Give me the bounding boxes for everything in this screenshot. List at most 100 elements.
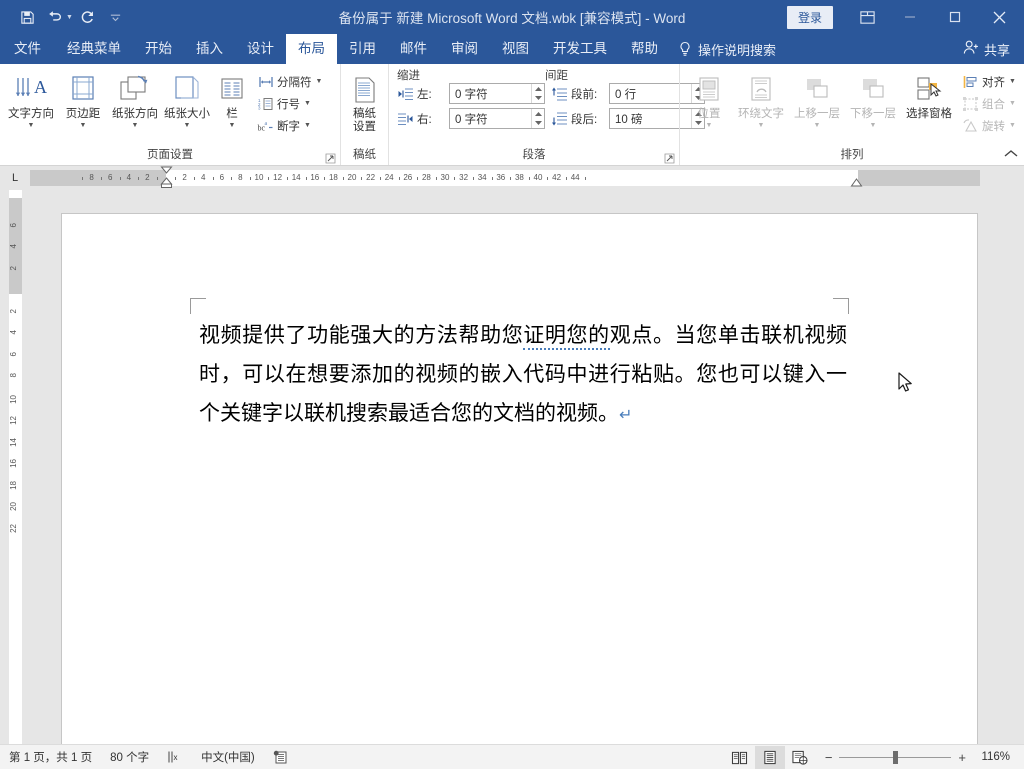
paper-size-button[interactable]: 纸张大小 ▼ <box>161 68 213 129</box>
chevron-down-icon[interactable]: ▼ <box>316 78 323 85</box>
chevron-down-icon[interactable]: ▼ <box>132 122 139 129</box>
ruler-tick-mark <box>510 177 511 180</box>
vertical-ruler-tick-label: 2 <box>9 266 22 270</box>
stepper-down-icon[interactable] <box>532 94 544 104</box>
stepper-down-icon[interactable] <box>532 119 544 129</box>
tab-insert[interactable]: 插入 <box>184 34 235 64</box>
zoom-slider[interactable]: − + <box>825 750 966 765</box>
zoom-track[interactable] <box>839 757 951 758</box>
tab-classic-menu[interactable]: 经典菜单 <box>55 34 133 64</box>
bring-forward-button[interactable]: 上移一层 ▼ <box>789 68 845 129</box>
chevron-down-icon[interactable]: ▼ <box>304 100 311 107</box>
indent-right-value[interactable] <box>450 109 531 128</box>
stepper-up-icon[interactable] <box>532 109 544 119</box>
chevron-down-icon[interactable]: ▼ <box>80 122 87 129</box>
page-setup-dialog-launcher[interactable] <box>325 153 336 164</box>
indent-left-icon <box>397 86 413 101</box>
chevron-down-icon[interactable]: ▼ <box>184 122 191 129</box>
chevron-down-icon[interactable]: ▼ <box>229 122 236 129</box>
tab-file[interactable]: 文件 <box>0 34 55 64</box>
chevron-down-icon[interactable]: ▼ <box>1009 78 1016 85</box>
collapse-ribbon-icon[interactable] <box>1004 145 1018 163</box>
chevron-down-icon[interactable]: ▼ <box>706 122 713 129</box>
chevron-down-icon[interactable]: ▼ <box>1009 100 1016 107</box>
tab-help[interactable]: 帮助 <box>619 34 670 64</box>
tab-layout[interactable]: 布局 <box>286 34 337 64</box>
read-mode-button[interactable] <box>725 746 755 769</box>
rotate-button[interactable]: 旋转 ▼ <box>959 115 1019 136</box>
tab-view[interactable]: 视图 <box>490 34 541 64</box>
chevron-down-icon[interactable]: ▼ <box>304 122 311 129</box>
right-gutter[interactable] <box>980 190 1024 744</box>
zoom-in-button[interactable]: + <box>958 750 966 765</box>
position-button[interactable]: 位置 ▼ <box>685 68 733 129</box>
tell-me-search[interactable]: 操作说明搜索 <box>678 34 776 64</box>
manuscript-settings-button[interactable]: 稿纸 设置 <box>346 68 383 134</box>
chevron-down-icon[interactable]: ▼ <box>870 122 877 129</box>
hyphenation-button[interactable]: bca 断字 ▼ <box>254 115 325 136</box>
vertical-ruler[interactable]: 642246810121416182022 <box>0 190 30 744</box>
margins-button[interactable]: 页边距 ▼ <box>57 68 109 129</box>
tab-design[interactable]: 设计 <box>235 34 286 64</box>
tab-review[interactable]: 审阅 <box>439 34 490 64</box>
chevron-down-icon[interactable]: ▼ <box>814 122 821 129</box>
columns-button[interactable]: 栏 ▼ <box>213 68 251 129</box>
undo-icon[interactable] <box>42 5 68 29</box>
right-indent-marker[interactable] <box>850 178 863 190</box>
lightbulb-icon <box>678 41 692 57</box>
tab-references[interactable]: 引用 <box>337 34 388 64</box>
paragraph-dialog-launcher[interactable] <box>664 153 675 164</box>
line-numbers-button[interactable]: 123 行号 ▼ <box>254 93 325 114</box>
send-backward-button[interactable]: 下移一层 ▼ <box>845 68 901 129</box>
document-paragraph[interactable]: 视频提供了功能强大的方法帮助您证明您的观点。当您单击联机视频时，可以在想要添加的… <box>199 316 847 434</box>
stepper-up-icon[interactable] <box>532 84 544 94</box>
tell-me-label: 操作说明搜索 <box>698 40 776 59</box>
indent-left-stepper[interactable] <box>531 84 544 103</box>
maximize-icon[interactable] <box>932 0 977 34</box>
svg-text:3: 3 <box>258 105 261 110</box>
tab-selector[interactable]: L <box>0 166 30 190</box>
close-icon[interactable] <box>977 0 1022 34</box>
zoom-out-button[interactable]: − <box>825 750 833 765</box>
first-line-indent-marker[interactable] <box>160 166 173 190</box>
tab-developer[interactable]: 开发工具 <box>541 34 619 64</box>
undo-dropdown-icon[interactable]: ▼ <box>66 14 73 21</box>
horizontal-ruler[interactable]: 8642246810121416182022242628303234363840… <box>30 170 980 186</box>
tab-mailings[interactable]: 邮件 <box>388 34 439 64</box>
page-indicator[interactable]: 第 1 页，共 1 页 <box>0 749 101 765</box>
customize-qat-icon[interactable] <box>103 5 129 29</box>
ribbon-display-options-icon[interactable] <box>847 0 887 34</box>
wrap-text-button[interactable]: 环绕文字 ▼ <box>733 68 789 129</box>
print-layout-button[interactable] <box>755 746 785 769</box>
language-indicator[interactable]: 中文(中国) <box>192 749 264 765</box>
macro-record-icon[interactable] <box>264 750 297 765</box>
indent-left-input[interactable] <box>449 83 545 104</box>
minimize-icon[interactable] <box>887 0 932 34</box>
orientation-button[interactable]: 纸张方向 ▼ <box>109 68 161 129</box>
zoom-thumb[interactable] <box>893 751 898 764</box>
selection-pane-button[interactable]: 选择窗格 <box>901 68 957 121</box>
redo-icon[interactable] <box>75 5 101 29</box>
document-scroll-area[interactable]: 视频提供了功能强大的方法帮助您证明您的观点。当您单击联机视频时，可以在想要添加的… <box>30 190 980 744</box>
chevron-down-icon[interactable]: ▼ <box>758 122 765 129</box>
proofing-errors-icon[interactable]: x <box>158 750 192 764</box>
indent-right-stepper[interactable] <box>531 109 544 128</box>
save-icon[interactable] <box>14 5 40 29</box>
chevron-down-icon[interactable]: ▼ <box>1009 122 1016 129</box>
chevron-down-icon[interactable]: ▼ <box>28 122 35 129</box>
vertical-ruler-tick-label: 10 <box>9 395 22 404</box>
indent-right-input[interactable] <box>449 108 545 129</box>
share-button[interactable]: 共享 <box>963 34 1024 64</box>
group-button[interactable]: 组合 ▼ <box>959 93 1019 114</box>
document-page[interactable]: 视频提供了功能强大的方法帮助您证明您的观点。当您单击联机视频时，可以在想要添加的… <box>62 214 977 744</box>
word-count[interactable]: 80 个字 <box>101 749 158 765</box>
breaks-button[interactable]: 分隔符 ▼ <box>254 71 325 92</box>
margins-label: 页边距 <box>66 108 101 121</box>
sign-in-button[interactable]: 登录 <box>787 6 833 29</box>
indent-left-value[interactable] <box>450 84 531 103</box>
text-direction-button[interactable]: A 文字方向 ▼ <box>5 68 57 129</box>
web-layout-button[interactable] <box>785 746 815 769</box>
tab-home[interactable]: 开始 <box>133 34 184 64</box>
zoom-level[interactable]: 116% <box>972 751 1016 763</box>
align-button[interactable]: 对齐 ▼ <box>959 71 1019 92</box>
